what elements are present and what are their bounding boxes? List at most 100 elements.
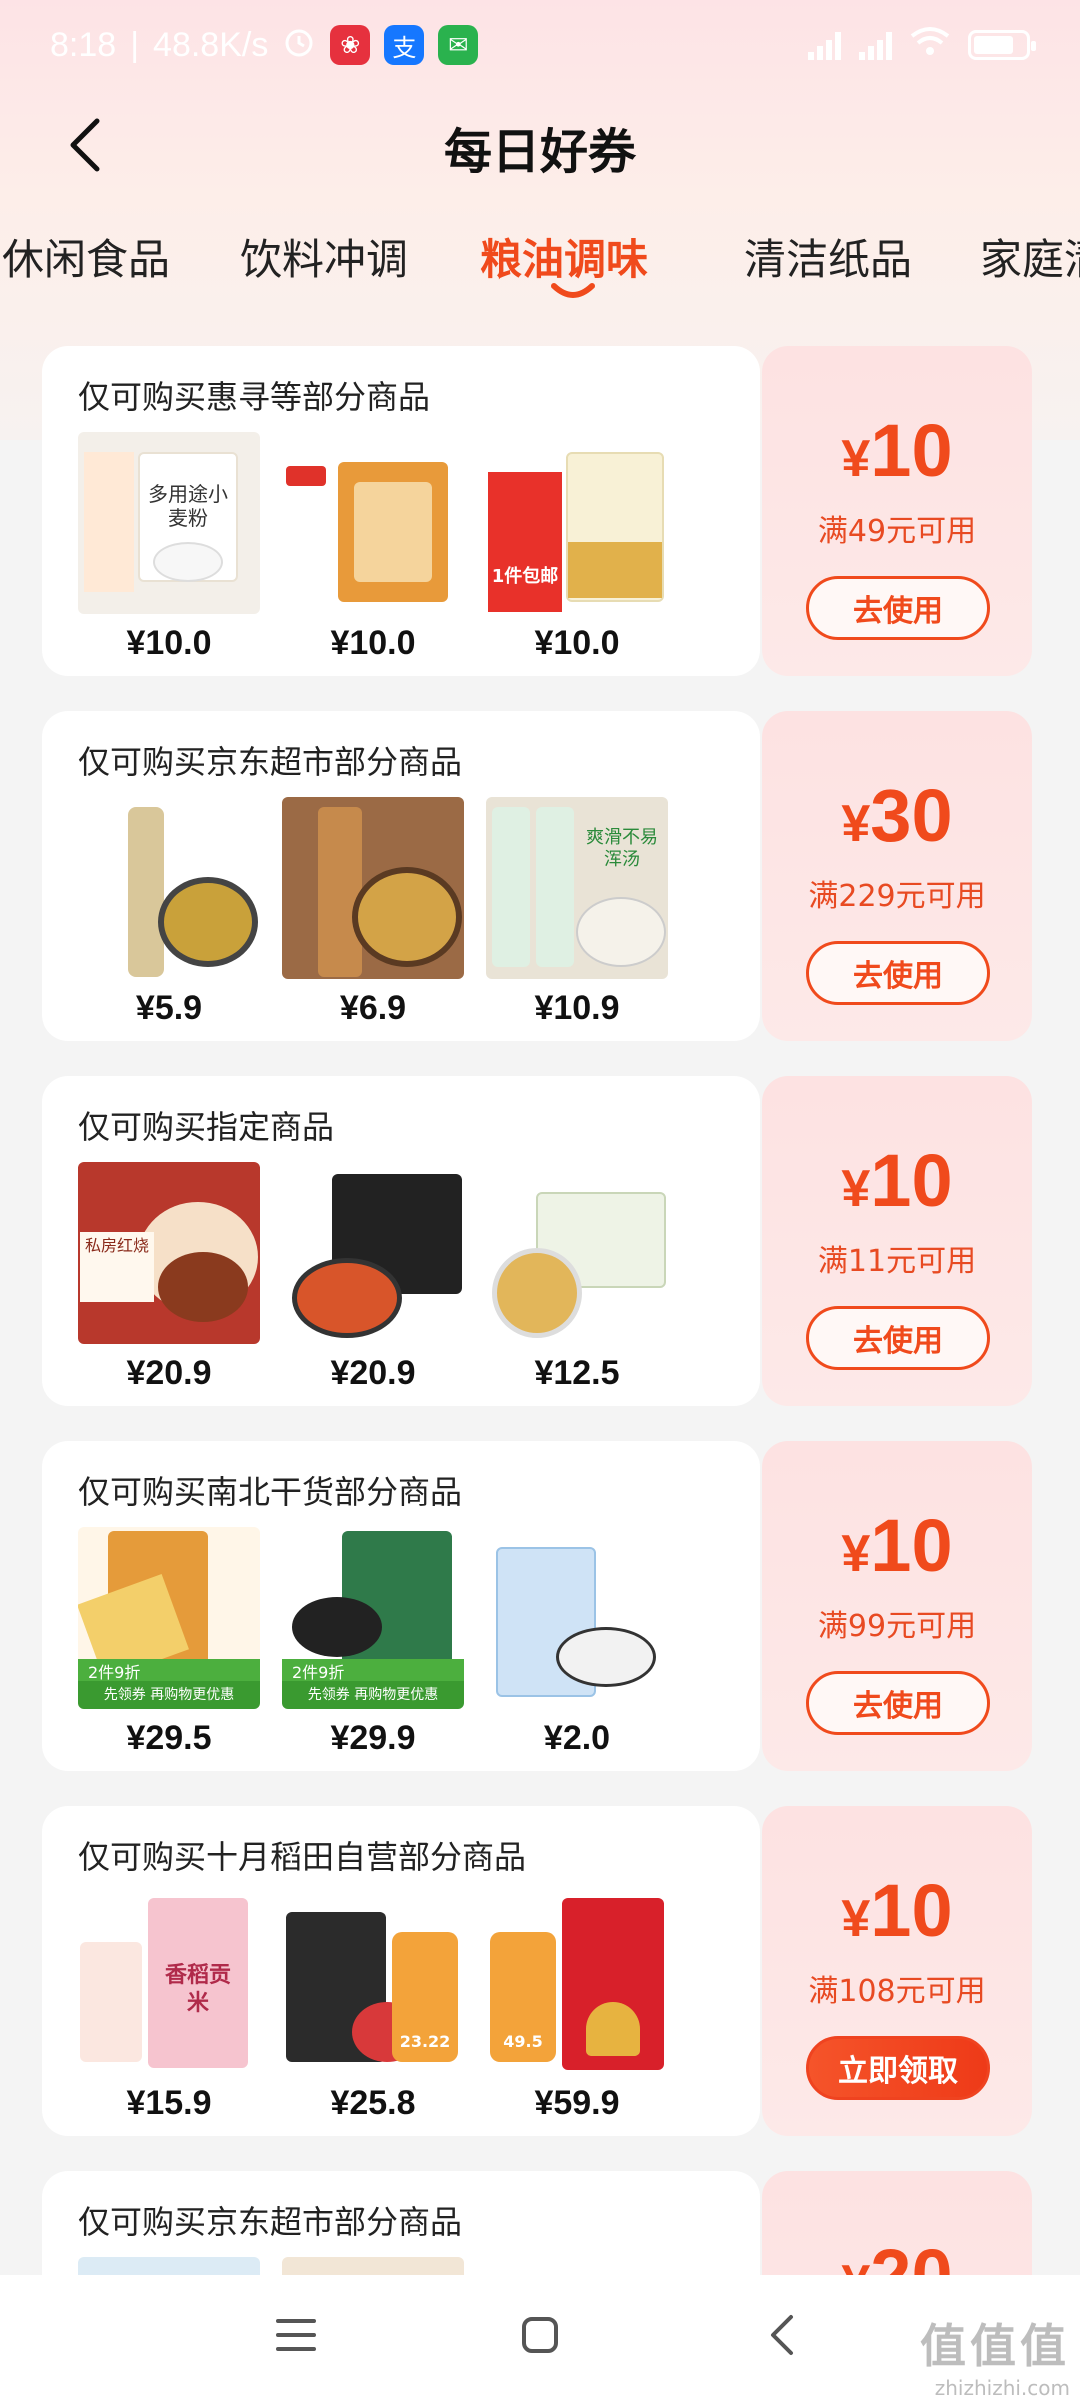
use-coupon-button[interactable]: 去使用 <box>806 1306 990 1370</box>
product-item[interactable]: ¥6.9 <box>282 797 464 1028</box>
product-image: 23.22 <box>282 1892 464 2074</box>
coupon-products-panel[interactable]: 仅可购买惠寻等部分商品 多用途小麦粉 ¥10.0 ¥10.0 1件包邮 ¥10.… <box>42 346 760 676</box>
product-item[interactable]: 2件9折 先领券 再购物更优惠 ¥29.5 <box>78 1527 260 1758</box>
home-button[interactable] <box>510 2305 570 2365</box>
coupon-title: 仅可购买京东超市部分商品 <box>78 743 463 781</box>
product-price: ¥59.9 <box>534 2084 620 2122</box>
product-item[interactable]: 香稻贡米 ¥15.9 <box>78 1892 260 2123</box>
menu-icon <box>276 2319 316 2351</box>
coupon-condition: 满11元可用 <box>817 1244 977 1279</box>
product-price: ¥10.0 <box>330 624 416 662</box>
product-item[interactable]: 2件9折 先领券 再购物更优惠 ¥29.9 <box>282 1527 464 1758</box>
coupon-products-panel[interactable]: 仅可购买南北干货部分商品 2件9折 先领券 再购物更优惠 ¥29.5 2件9折 … <box>42 1441 760 1771</box>
product-price: ¥29.5 <box>126 1719 212 1757</box>
coupon-card: 仅可购买南北干货部分商品 2件9折 先领券 再购物更优惠 ¥29.5 2件9折 … <box>42 1441 1032 1771</box>
coupon-value-panel: ¥30 满229元可用 去使用 <box>762 711 1032 1041</box>
product-price: ¥20.9 <box>126 1354 212 1392</box>
app-notification-icon: ❀ <box>330 25 371 65</box>
use-coupon-button[interactable]: 去使用 <box>806 1671 990 1735</box>
discount-tag: 2件9折 <box>282 1659 464 1682</box>
tab-beverages[interactable]: 饮料冲调 <box>240 226 408 287</box>
product-tag: 1件包邮 <box>491 566 559 587</box>
product-price: ¥10.0 <box>534 624 620 662</box>
coupon-title: 仅可购买京东超市部分商品 <box>78 2203 463 2241</box>
use-coupon-button[interactable]: 去使用 <box>806 576 990 640</box>
menu-button[interactable] <box>266 2305 326 2365</box>
product-price: ¥10.0 <box>126 624 212 662</box>
product-image <box>486 1162 668 1344</box>
product-image <box>486 1527 668 1709</box>
product-price: ¥2.0 <box>543 1719 611 1757</box>
product-image <box>282 1162 464 1344</box>
system-back-button[interactable] <box>752 2305 812 2365</box>
product-tag: 49.5 <box>503 2032 543 2051</box>
product-image <box>282 432 464 614</box>
status-network-speed: 48.8K/s <box>153 25 269 64</box>
product-price: ¥5.9 <box>135 989 203 1027</box>
coupon-products-panel[interactable]: 仅可购买十月稻田自营部分商品 香稻贡米 ¥15.9 23.22 ¥25.8 49… <box>42 1806 760 2136</box>
coupon-title: 仅可购买十月稻田自营部分商品 <box>78 1838 527 1876</box>
product-image <box>282 797 464 979</box>
coupon-card: 仅可购买指定商品 私房红烧 ¥20.9 ¥20.9 ¥12.5 ¥10 满11元… <box>42 1076 1032 1406</box>
product-image: 私房红烧 <box>78 1162 260 1344</box>
product-image: 1件包邮 <box>486 432 668 614</box>
signal-icon-2 <box>859 30 892 60</box>
watermark-logo: 值值值 <box>920 2319 1070 2373</box>
coupon-condition: 满99元可用 <box>817 1609 977 1644</box>
coupon-value-panel: ¥10 满108元可用 立即领取 <box>762 1806 1032 2136</box>
coupon-card: 仅可购买京东超市部分商品 ¥5.9 ¥6.9 爽滑不易浑汤 ¥10.9 ¥30 … <box>42 711 1032 1041</box>
coupon-products-panel[interactable]: 仅可购买京东超市部分商品 ¥5.9 ¥6.9 爽滑不易浑汤 ¥10.9 <box>42 711 760 1041</box>
status-time: 8:18 <box>50 25 117 64</box>
claim-coupon-button[interactable]: 立即领取 <box>806 2036 990 2100</box>
coupon-condition: 满108元可用 <box>808 1974 986 2009</box>
coupon-products-panel[interactable]: 仅可购买指定商品 私房红烧 ¥20.9 ¥20.9 ¥12.5 <box>42 1076 760 1406</box>
product-item[interactable]: ¥20.9 <box>282 1162 464 1393</box>
category-tabs: 休闲食品 饮料冲调 粮油调味 清洁纸品 家庭清 <box>0 200 1080 310</box>
coupon-condition: 满229元可用 <box>808 879 986 914</box>
active-tab-indicator <box>551 283 595 298</box>
product-item[interactable]: 1件包邮 ¥10.0 <box>486 432 668 663</box>
product-item[interactable]: 23.22 ¥25.8 <box>282 1892 464 2123</box>
product-image: 2件9折 先领券 再购物更优惠 <box>282 1527 464 1709</box>
product-image: 香稻贡米 <box>78 1892 260 2074</box>
discount-tag: 2件9折 <box>78 1659 260 1682</box>
product-price: ¥12.5 <box>534 1354 620 1392</box>
page-title: 每日好券 <box>443 124 636 180</box>
product-item[interactable]: 49.5 ¥59.9 <box>486 1892 668 2123</box>
battery-icon <box>968 30 1036 60</box>
status-divider: | <box>130 25 140 64</box>
coupon-amount: ¥10 <box>841 1139 953 1222</box>
tab-household[interactable]: 家庭清 <box>980 226 1080 287</box>
status-bar: 8:18 | 48.8K/s ❀ 支 ✉ <box>0 0 1080 90</box>
nav-bar: 每日好券 <box>0 90 1080 200</box>
back-triangle-icon <box>771 2315 793 2355</box>
coupon-amount: ¥10 <box>841 1504 953 1587</box>
product-item[interactable]: 私房红烧 ¥20.9 <box>78 1162 260 1393</box>
product-image: 多用途小麦粉 <box>78 432 260 614</box>
tab-snacks[interactable]: 休闲食品 <box>2 226 170 287</box>
product-item[interactable]: ¥2.0 <box>486 1527 668 1758</box>
product-item[interactable]: ¥12.5 <box>486 1162 668 1393</box>
tab-cleaning-paper[interactable]: 清洁纸品 <box>744 226 912 287</box>
system-navigation-bar <box>0 2275 1080 2400</box>
product-image: 49.5 <box>486 1892 668 2074</box>
product-item[interactable]: ¥5.9 <box>78 797 260 1028</box>
product-price: ¥20.9 <box>330 1354 416 1392</box>
tab-grain-oil-seasoning[interactable]: 粮油调味 <box>480 226 648 287</box>
coupon-amount: ¥10 <box>841 1869 953 1952</box>
product-label: 香稻贡米 <box>164 1963 231 2016</box>
product-price: ¥29.9 <box>330 1719 416 1757</box>
use-coupon-button[interactable]: 去使用 <box>806 941 990 1005</box>
product-tag: 23.22 <box>399 2032 451 2051</box>
wifi-icon <box>910 26 950 65</box>
coupon-title: 仅可购买南北干货部分商品 <box>78 1473 463 1511</box>
watermark-url: zhizhizhi.com <box>934 2376 1070 2400</box>
product-price: ¥10.9 <box>534 989 620 1027</box>
product-label: 多用途小麦粉 <box>148 482 228 530</box>
product-item[interactable]: 多用途小麦粉 ¥10.0 <box>78 432 260 663</box>
product-item[interactable]: ¥10.0 <box>282 432 464 663</box>
coupon-amount: ¥10 <box>841 409 953 492</box>
product-label: 私房红烧 <box>80 1232 154 1302</box>
coupon-value-panel: ¥10 满11元可用 去使用 <box>762 1076 1032 1406</box>
product-item[interactable]: 爽滑不易浑汤 ¥10.9 <box>486 797 668 1028</box>
